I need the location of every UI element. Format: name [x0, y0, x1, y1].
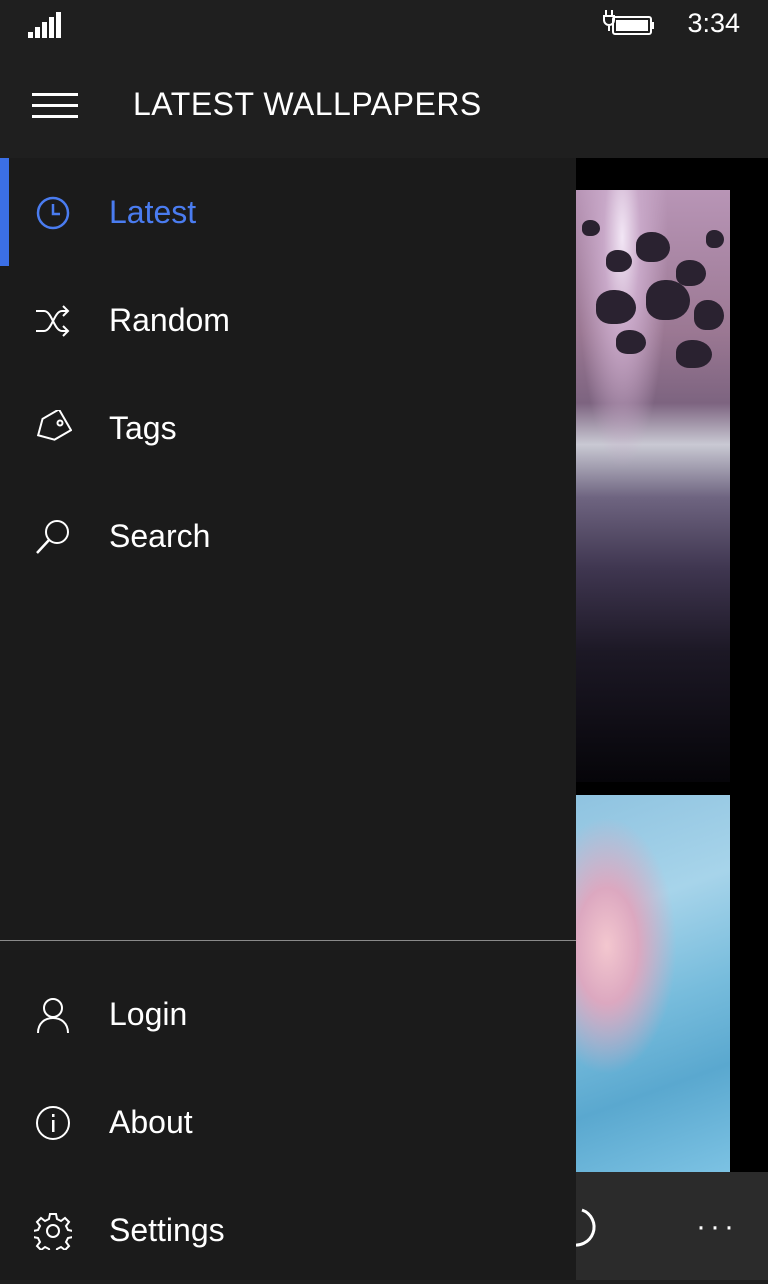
- more-button[interactable]: ···: [696, 1210, 738, 1244]
- nav-item-search[interactable]: Search: [0, 482, 576, 590]
- signal-bars-icon: [28, 12, 61, 38]
- nav-item-label: Settings: [109, 1212, 225, 1248]
- nav-item-random[interactable]: Random: [0, 266, 576, 374]
- selection-indicator: [0, 158, 9, 266]
- nav-item-latest[interactable]: Latest: [0, 158, 576, 266]
- gear-icon: [34, 1213, 72, 1250]
- nav-item-label: Login: [109, 996, 188, 1032]
- person-icon: [37, 998, 69, 1034]
- nav-item-label: Random: [109, 302, 230, 338]
- hamburger-icon[interactable]: [32, 90, 78, 122]
- nav-item-about[interactable]: About: [0, 1068, 576, 1176]
- shuffle-icon: [36, 305, 70, 337]
- battery-charging-icon: [603, 10, 654, 35]
- nav-item-tags[interactable]: Tags: [0, 374, 576, 482]
- nav-item-settings[interactable]: Settings: [0, 1176, 576, 1284]
- nav-divider: [0, 940, 576, 941]
- nav-item-label: About: [109, 1104, 193, 1140]
- wallpaper-thumbnail[interactable]: [576, 795, 730, 1172]
- info-icon: [36, 1106, 70, 1140]
- clock-icon: [36, 196, 70, 230]
- wallpaper-thumbnail[interactable]: [576, 190, 730, 782]
- navigation-pane: Latest Random Tags Search Login About Se…: [0, 158, 576, 1280]
- app-header: LATEST WALLPAPERS: [0, 52, 768, 158]
- page-title: LATEST WALLPAPERS: [133, 86, 482, 122]
- nav-item-login[interactable]: Login: [0, 960, 576, 1068]
- nav-item-label: Latest: [109, 194, 197, 230]
- tag-icon: [36, 410, 72, 441]
- nav-item-label: Tags: [109, 410, 177, 446]
- nav-item-label: Search: [109, 518, 211, 554]
- search-icon: [36, 520, 69, 554]
- status-bar: 3:34: [0, 0, 768, 52]
- status-time: 3:34: [687, 8, 740, 38]
